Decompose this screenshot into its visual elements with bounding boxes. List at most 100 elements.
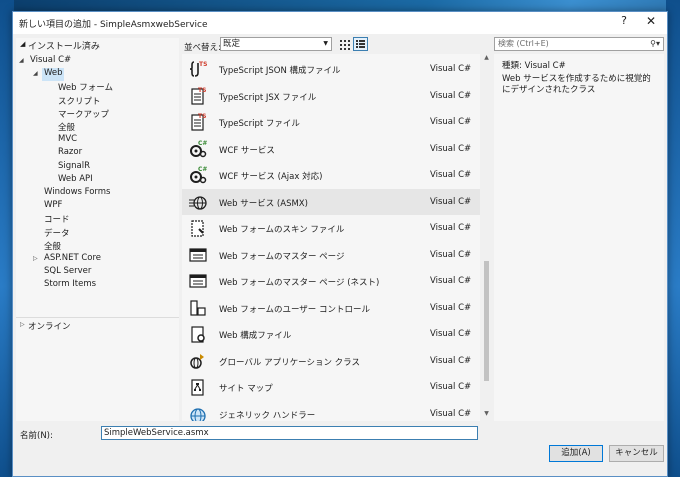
tree-item[interactable]: MVC: [56, 134, 77, 147]
tree-item[interactable]: Windows Forms: [42, 187, 111, 200]
list-item-name: WCF サービス: [219, 145, 275, 156]
tree-item-label: 全般: [58, 123, 76, 133]
typescript-file-icon: TS: [188, 86, 208, 106]
list-item-language: Visual C#: [430, 302, 472, 313]
tree-item[interactable]: Web フォーム: [56, 81, 113, 94]
list-item-language: Visual C#: [430, 170, 472, 180]
tree-item[interactable]: SignalR: [56, 161, 90, 174]
grid-view-button[interactable]: [337, 37, 352, 51]
wcf-service-icon: C#: [188, 165, 208, 185]
tree-item[interactable]: データ: [42, 227, 70, 240]
name-input[interactable]: SimpleWebService.asmx: [101, 426, 478, 440]
list-item-language: Visual C#: [430, 90, 472, 101]
list-item-language: Visual C#: [430, 249, 472, 260]
global-class-icon: [188, 351, 208, 371]
chevron-down-icon: ▼: [323, 40, 328, 47]
title-bar: 新しい項目の追加 - SimpleAsmxwebService ? ✕: [13, 12, 667, 34]
list-item-language: Visual C#: [430, 64, 472, 74]
list-item[interactable]: C# WCF サービス (Ajax 対応) Visual C#: [182, 162, 480, 188]
tree-item[interactable]: SQL Server: [42, 266, 91, 279]
user-control-icon: [188, 298, 208, 318]
list-item[interactable]: Web フォームのユーザー コントロール Visual C#: [182, 295, 480, 321]
list-item[interactable]: TS TypeScript ファイル Visual C#: [182, 109, 480, 135]
installed-header[interactable]: ◢ インストール済み: [16, 38, 179, 52]
scroll-down-icon[interactable]: ▼: [482, 410, 491, 420]
list-item-language: Visual C#: [430, 355, 472, 366]
cancel-button[interactable]: キャンセル: [609, 445, 664, 462]
tree-item-label: WPF: [44, 200, 63, 211]
tree-item-label: データ: [44, 228, 70, 239]
collapse-triangle-icon[interactable]: ◢: [33, 70, 38, 77]
list-item-name: Web フォームのマスター ページ (ネスト): [219, 278, 380, 288]
list-item-language: Visual C#: [430, 196, 472, 207]
tree-item[interactable]: ◢ Web: [33, 68, 64, 82]
tree-item[interactable]: Razor: [56, 147, 82, 160]
search-input[interactable]: 検索 (Ctrl+E) ⚲▾: [494, 37, 664, 51]
tree-item[interactable]: ▷ ASP.NET Core: [33, 253, 101, 266]
tree-item[interactable]: Web API: [56, 174, 93, 187]
list-item-name: Web フォームのマスター ページ: [219, 251, 345, 262]
tree-item-label: Visual C#: [30, 55, 72, 65]
list-item[interactable]: TS TypeScript JSON 構成ファイル Visual C#: [182, 56, 480, 82]
list-item[interactable]: サイト マップ Visual C#: [182, 374, 480, 400]
tree-item-label: Storm Items: [44, 279, 97, 290]
list-item[interactable]: グローバル アプリケーション クラス Visual C#: [182, 348, 480, 374]
tree-item[interactable]: WPF: [42, 200, 62, 213]
tree-item-online[interactable]: ▷ オンライン: [16, 317, 179, 332]
list-view-icon: [356, 40, 365, 48]
scroll-thumb[interactable]: [484, 261, 489, 381]
tree-item[interactable]: 全般: [56, 121, 75, 134]
tree-item-label: スクリプト: [58, 96, 101, 107]
list-item[interactable]: Web フォームのマスター ページ Visual C#: [182, 242, 480, 268]
list-item-name: TypeScript ファイル: [219, 119, 300, 129]
list-item-name: TypeScript JSX ファイル: [219, 92, 317, 103]
site-map-icon: [188, 377, 208, 397]
tree-item-label: コード: [44, 215, 70, 226]
list-item-name: Web サービス (ASMX): [219, 198, 308, 209]
list-view-button[interactable]: [353, 37, 368, 51]
expand-triangle-icon[interactable]: ▷: [33, 255, 38, 262]
name-value: SimpleWebService.asmx: [104, 428, 209, 438]
list-item[interactable]: Web フォームのマスター ページ (ネスト) Visual C#: [182, 268, 480, 294]
list-item-name: Web フォームのスキン ファイル: [219, 225, 345, 235]
tree-item[interactable]: スクリプト: [56, 95, 101, 108]
tree-item-label: SignalR: [58, 160, 91, 171]
list-item[interactable]: Web サービス (ASMX) Visual C#: [182, 188, 480, 215]
collapse-triangle-icon[interactable]: ◢: [19, 57, 24, 64]
list-item-name: ジェネリック ハンドラー: [219, 410, 316, 421]
tree-item[interactable]: マークアップ: [56, 108, 109, 121]
config-file-icon: [188, 324, 208, 344]
list-item[interactable]: C# WCF サービス Visual C#: [182, 136, 480, 162]
tree-item-label: Web API: [58, 173, 93, 184]
tree-item-label: 全般: [44, 241, 62, 252]
tree-item[interactable]: Storm Items: [42, 279, 96, 292]
svg-text:TS: TS: [198, 87, 206, 94]
search-placeholder: 検索 (Ctrl+E): [498, 39, 549, 48]
sort-value: 既定: [223, 39, 241, 49]
tree-item[interactable]: 全般: [42, 240, 61, 253]
web-service-asmx-icon: [188, 192, 208, 212]
list-item[interactable]: ジェネリック ハンドラー Visual C#: [182, 401, 480, 421]
list-item[interactable]: Web 構成ファイル Visual C#: [182, 321, 480, 347]
sort-label: 並べ替え:: [184, 43, 221, 53]
list-item-language: Visual C#: [430, 408, 472, 419]
list-item[interactable]: TS TypeScript JSX ファイル Visual C#: [182, 83, 480, 109]
list-item[interactable]: Web フォームのスキン ファイル Visual C#: [182, 215, 480, 241]
list-scrollbar[interactable]: ▲ ▼: [482, 54, 491, 421]
svg-text:TS: TS: [198, 113, 206, 120]
close-button[interactable]: ✕: [643, 14, 659, 30]
tree-item[interactable]: コード: [42, 213, 70, 226]
template-list: TS TypeScript JSON 構成ファイル Visual C# TS TypeS…: [182, 54, 480, 421]
add-button[interactable]: 追加(A): [549, 445, 603, 462]
tree-item-label: Web: [44, 68, 63, 79]
scroll-up-icon[interactable]: ▲: [482, 54, 491, 64]
tree-item[interactable]: ◢ Visual C#: [19, 55, 72, 68]
tree-item-label: Web フォーム: [58, 83, 113, 94]
list-item-name: Web フォームのユーザー コントロール: [219, 304, 371, 315]
help-button[interactable]: ?: [617, 14, 631, 30]
svg-text:C#: C#: [198, 140, 207, 147]
list-item-language: Visual C#: [430, 117, 472, 127]
search-icon[interactable]: ⚲▾: [650, 38, 660, 50]
svg-text:TS: TS: [199, 61, 207, 68]
sort-select[interactable]: 既定 ▼: [220, 37, 332, 51]
